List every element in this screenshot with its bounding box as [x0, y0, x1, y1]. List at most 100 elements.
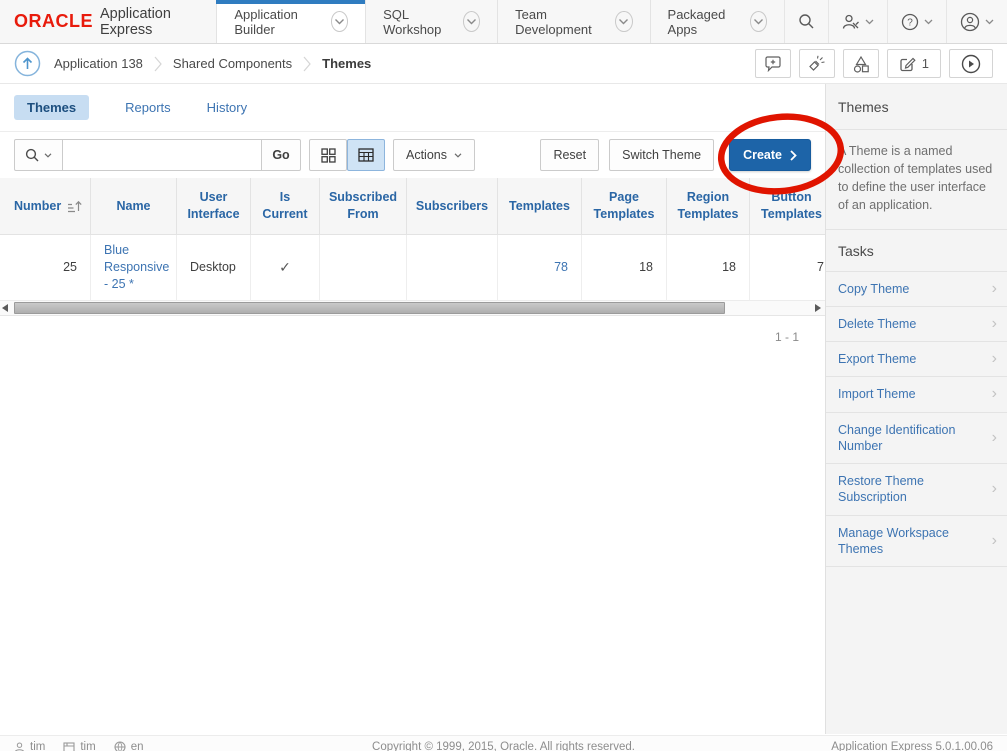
pagination-label: 1 - 1	[0, 316, 825, 344]
task-label: Delete Theme	[838, 316, 916, 332]
task-delete-theme[interactable]: Delete Theme ›	[826, 307, 1007, 342]
task-export-theme[interactable]: Export Theme ›	[826, 342, 1007, 377]
chevron-down-icon[interactable]	[331, 11, 348, 32]
chevron-down-icon[interactable]	[750, 11, 767, 32]
horizontal-scrollbar[interactable]	[0, 301, 825, 316]
footer-language[interactable]: en	[114, 741, 144, 751]
grid-view-icon	[321, 148, 336, 163]
administration-menu-button[interactable]	[828, 0, 887, 43]
chevron-right-icon: ›	[992, 281, 997, 297]
breadcrumb-separator-icon	[303, 54, 311, 74]
tab-packaged-apps[interactable]: Packaged Apps	[650, 0, 784, 43]
go-button[interactable]: Go	[261, 139, 301, 171]
task-label: Manage Workspace Themes	[838, 525, 986, 558]
task-label: Copy Theme	[838, 281, 909, 297]
tab-label: Application Builder	[234, 7, 321, 37]
footer-user-label: tim	[30, 741, 45, 751]
run-application-button[interactable]	[949, 49, 993, 78]
scroll-left-arrow[interactable]	[2, 304, 8, 312]
tab-team-development[interactable]: Team Development	[497, 0, 649, 43]
search-button[interactable]	[784, 0, 828, 43]
search-column-menu-button[interactable]	[14, 139, 63, 171]
view-toggle-group	[309, 139, 385, 171]
report-view-icon	[358, 148, 374, 162]
user-account-menu-button[interactable]	[946, 0, 1007, 43]
column-header-user-interface[interactable]: User Interface	[177, 178, 251, 235]
checkmark-icon: ✓	[279, 258, 291, 277]
tab-themes[interactable]: Themes	[14, 95, 89, 120]
chevron-down-icon	[924, 19, 933, 25]
column-header-page-templates[interactable]: Page Templates	[582, 178, 667, 235]
footer-version: Application Express 5.0.1.00.06	[693, 741, 993, 751]
column-header-region-templates[interactable]: Region Templates	[667, 178, 750, 235]
task-change-identification-number[interactable]: Change Identification Number ›	[826, 413, 1007, 465]
column-header-subscribed-from[interactable]: Subscribed From	[320, 178, 407, 235]
reset-button[interactable]: Reset	[540, 139, 599, 171]
footer-language-label: en	[131, 741, 144, 751]
actions-menu-button[interactable]: Actions	[393, 139, 475, 171]
cell-subscribers	[407, 235, 498, 301]
tab-application-builder[interactable]: Application Builder	[216, 0, 365, 43]
globe-icon	[114, 741, 126, 751]
column-header-number[interactable]: Number	[0, 178, 91, 235]
scrollbar-thumb[interactable]	[14, 302, 725, 314]
task-label: Restore Theme Subscription	[838, 473, 986, 506]
shared-components-button[interactable]	[843, 49, 879, 78]
templates-count-link[interactable]: 78	[554, 259, 568, 276]
right-sidebar: Themes A Theme is a named collection of …	[825, 84, 1007, 734]
oracle-logo: ORACLE Application Express	[0, 0, 216, 43]
create-label: Create	[743, 148, 782, 162]
task-restore-theme-subscription[interactable]: Restore Theme Subscription›	[826, 464, 1007, 516]
column-header-templates[interactable]: Templates	[498, 178, 582, 235]
chevron-right-icon: ›	[992, 316, 997, 332]
report-view-button[interactable]	[347, 139, 385, 171]
footer-user[interactable]: tim	[14, 741, 45, 751]
tab-reports[interactable]: Reports	[125, 100, 171, 115]
column-header-button-templates[interactable]: Button Templates	[750, 178, 825, 235]
footer-copyright: Copyright © 1999, 2015, Oracle. All righ…	[314, 741, 693, 751]
switch-theme-button[interactable]: Switch Theme	[609, 139, 714, 171]
column-label: Is Current	[257, 189, 313, 223]
chevron-down-icon[interactable]	[615, 11, 632, 32]
top-utility-icons: ?	[784, 0, 1007, 43]
feedback-bubble-icon	[764, 56, 782, 72]
column-header-is-current[interactable]: Is Current	[251, 178, 320, 235]
chevron-down-icon[interactable]	[463, 11, 480, 32]
task-label: Export Theme	[838, 351, 916, 367]
column-header-name[interactable]: Name	[91, 178, 177, 235]
chevron-right-icon: ›	[992, 430, 997, 446]
task-label: Change Identification Number	[838, 422, 986, 455]
page-footer: tim tim en Copyright © 1999, 2015, Oracl…	[0, 735, 1007, 751]
scroll-right-arrow[interactable]	[815, 304, 821, 312]
cell-number: 25	[0, 235, 91, 301]
sidebar-title: Themes	[826, 84, 1007, 130]
footer-workspace[interactable]: tim	[63, 741, 95, 751]
tab-sql-workshop[interactable]: SQL Workshop	[365, 0, 497, 43]
create-button[interactable]: Create	[729, 139, 811, 171]
breadcrumb-shared-components[interactable]: Shared Components	[173, 56, 292, 71]
task-copy-theme[interactable]: Copy Theme ›	[826, 272, 1007, 307]
themes-table: Number Name User Interface Is Current Su…	[0, 178, 825, 301]
theme-name-link[interactable]: Blue Responsive - 25 *	[104, 242, 169, 293]
column-header-subscribers[interactable]: Subscribers	[407, 178, 498, 235]
cell-subscribed-from	[320, 235, 407, 301]
feedback-button[interactable]	[755, 49, 791, 78]
icon-view-button[interactable]	[309, 139, 347, 171]
chevron-right-icon: ›	[992, 351, 997, 367]
task-import-theme[interactable]: Import Theme›	[826, 377, 1007, 412]
tab-history[interactable]: History	[207, 100, 247, 115]
search-input[interactable]	[62, 139, 262, 171]
edit-page-button[interactable]: 1	[887, 49, 941, 78]
oracle-brand-text: ORACLE	[14, 11, 93, 32]
breadcrumb-application[interactable]: Application 138	[54, 56, 143, 71]
cell-button-templates: 7	[750, 235, 825, 301]
up-level-icon[interactable]	[14, 50, 41, 77]
help-menu-button[interactable]: ?	[887, 0, 946, 43]
breadcrumb-bar: Application 138 Shared Components Themes	[0, 44, 1007, 84]
chevron-right-icon: ›	[992, 533, 997, 549]
search-group: Go	[14, 139, 301, 171]
spotlight-search-button[interactable]	[799, 49, 835, 78]
task-manage-workspace-themes[interactable]: Manage Workspace Themes ›	[826, 516, 1007, 568]
footer-workspace-label: tim	[80, 741, 95, 751]
column-label: Button Templates	[756, 189, 825, 223]
